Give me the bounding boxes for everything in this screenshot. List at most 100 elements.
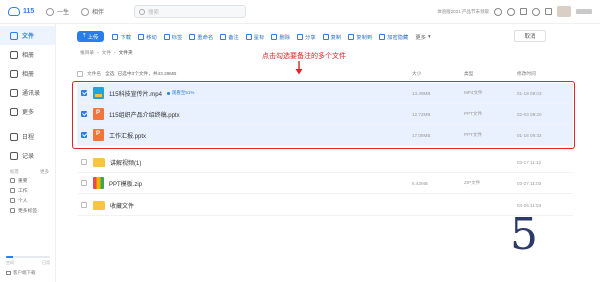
encrypt-hide-button[interactable]: 加密隐藏 (377, 31, 410, 42)
headphone-icon (10, 50, 18, 59)
top-nav-item-life[interactable]: 一生 (46, 7, 69, 16)
file-time: 03-27 11:03 (517, 180, 542, 186)
person-icon (10, 197, 15, 203)
sidebar-item-audio[interactable]: 相册 (0, 45, 55, 64)
transfer-icon[interactable] (520, 8, 527, 15)
calendar-icon (10, 132, 18, 141)
storage-meter: 空间 已用 (6, 256, 50, 266)
row-checkbox[interactable] (81, 202, 87, 208)
tag-item-personal[interactable]: 个人 (0, 195, 55, 205)
rename-icon (189, 33, 196, 40)
tag-item-important[interactable]: 重要 (0, 175, 55, 185)
sidebar-item-photos[interactable]: 相册 (0, 64, 55, 83)
cancel-button[interactable]: 取消 (514, 30, 546, 42)
sidebar: 文件 相册 相册 通讯录 更多 日程 记录 标签 更多 重要 工作 个人 更多标… (0, 24, 56, 282)
folder-icon (93, 157, 105, 167)
app-name: 115 (23, 8, 35, 15)
note-button[interactable]: 备注 (218, 31, 241, 42)
row-checkbox[interactable] (81, 180, 87, 186)
table-row[interactable]: 讲解视频(1) 03-17 11:12 (77, 152, 573, 173)
vip-text[interactable]: 体验版2021 产品节未领取 (437, 9, 489, 15)
star-button[interactable]: 星标 (244, 31, 267, 42)
sidebar-item-notes[interactable]: 记录 (0, 146, 55, 165)
grid-icon[interactable] (545, 8, 552, 15)
tag-item-more[interactable]: 更多标签 (0, 205, 55, 215)
folder-icon (93, 200, 105, 210)
annotation-text: 点击勾选要备注的多个文件 (262, 53, 346, 60)
upload-button[interactable]: ⤒ 上传 (77, 31, 105, 42)
download-button[interactable]: 下载 (110, 31, 133, 42)
bell-icon[interactable] (532, 7, 540, 16)
top-nav: 一生 相伴 (46, 7, 104, 16)
monitor-icon (6, 271, 11, 275)
file-time: 03-17 11:12 (517, 159, 542, 165)
top-bar: 115 一生 相伴 搜索 体验版2021 产品节未领取 (0, 0, 600, 24)
column-size[interactable]: 大小 (412, 71, 421, 77)
file-time: 04-25 11:53 (517, 202, 542, 208)
image-icon (10, 69, 18, 78)
rename-button[interactable]: 重命名 (187, 31, 215, 42)
breadcrumb: 根目录 › 文件 › 文件夹 (80, 50, 133, 56)
table-row[interactable]: PPT模板.zip 6.43MB ZIP文件 03-27 11:03 (77, 173, 573, 194)
sidebar-item-calendar[interactable]: 日程 (0, 127, 55, 146)
tag-button[interactable]: 标签 (162, 31, 185, 42)
search-icon (139, 8, 146, 15)
download-icon (112, 33, 119, 40)
more-icon (10, 107, 18, 116)
copy-to-button[interactable]: 复制到 (346, 31, 374, 42)
tag-icon (10, 207, 15, 213)
folder-icon (10, 31, 18, 40)
column-type[interactable]: 类型 (464, 71, 473, 77)
app-logo[interactable]: 115 (8, 7, 46, 16)
column-time[interactable]: 修改时间 (517, 71, 536, 77)
tag-item-work[interactable]: 工作 (0, 185, 55, 195)
sidebar-item-files[interactable]: 文件 (0, 26, 55, 45)
move-button[interactable]: 移动 (136, 31, 159, 42)
delete-button[interactable]: 删除 (269, 31, 292, 42)
tag-icon (163, 33, 170, 40)
search-input[interactable]: 搜索 (134, 5, 247, 18)
settings-icon[interactable] (494, 7, 502, 16)
heart-icon (81, 7, 90, 16)
share-icon (297, 33, 304, 40)
copyto-icon (348, 33, 355, 40)
sidebar-item-contacts[interactable]: 通讯录 (0, 83, 55, 102)
life-icon (46, 7, 54, 16)
share-button[interactable]: 分享 (295, 31, 318, 42)
copy-button[interactable]: 复制 (321, 31, 344, 42)
storage-fill (6, 256, 13, 258)
table-header: 文件名 全选 已选中3个文件，共43.29MB 大小 类型 修改时间 (77, 68, 573, 79)
star-icon (10, 177, 15, 183)
table-row[interactable]: 收藏文件 04-25 11:53 (77, 195, 573, 216)
file-name[interactable]: 讲解视频(1) (110, 158, 141, 167)
headset-icon[interactable] (507, 7, 515, 16)
more-button[interactable]: 更多 ▾ (413, 31, 432, 42)
toolbar: ⤒ 上传 下载 移动 标签 重命名 备注 星标 删除 分享 复制 复制到 加密隐… (77, 31, 433, 42)
breadcrumb-current: 文件夹 (118, 50, 133, 55)
watermark: 5 (510, 209, 538, 260)
top-nav-item-companion[interactable]: 相伴 (81, 7, 104, 16)
move-icon (138, 33, 145, 40)
note-icon (10, 151, 18, 160)
file-name[interactable]: PPT模板.zip (109, 179, 142, 188)
delete-icon (271, 33, 278, 40)
avatar[interactable] (557, 6, 571, 17)
client-download-link[interactable]: 客户端下载 (6, 270, 36, 276)
upload-icon: ⤒ (83, 33, 86, 39)
select-all-label[interactable]: 全选 (105, 71, 114, 77)
username-redacted[interactable] (576, 9, 592, 14)
select-all-checkbox[interactable] (77, 70, 83, 77)
breadcrumb-item[interactable]: 根目录 (80, 50, 94, 56)
column-name[interactable]: 文件名 (87, 71, 101, 77)
file-name[interactable]: 收藏文件 (110, 201, 134, 210)
copy-icon (322, 33, 329, 40)
top-right-area: 体验版2021 产品节未领取 (437, 6, 592, 17)
sidebar-item-more[interactable]: 更多 (0, 102, 55, 121)
row-checkbox[interactable] (81, 159, 87, 165)
chevron-down-icon: ▾ (427, 33, 431, 40)
selection-info: 已选中3个文件，共43.29MB (117, 70, 177, 76)
file-size: 6.43MB (412, 180, 428, 186)
briefcase-icon (10, 187, 15, 193)
breadcrumb-item[interactable]: 文件 (102, 50, 111, 56)
zip-file-icon (93, 177, 104, 189)
